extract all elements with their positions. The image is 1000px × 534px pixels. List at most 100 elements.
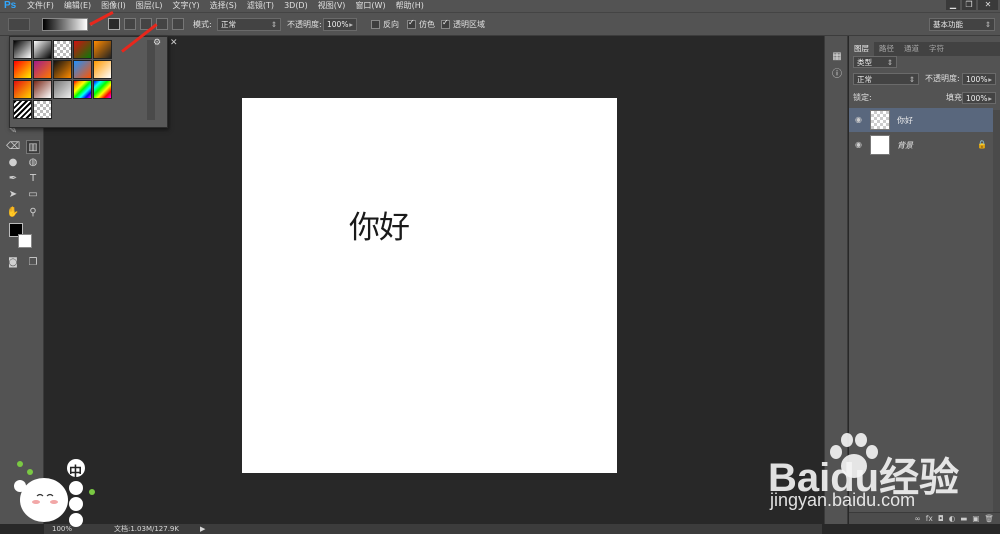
adjustment-layer-icon[interactable]: ◐ <box>949 513 956 524</box>
gear-icon[interactable]: ⚙ <box>153 38 161 48</box>
gradient-swatch[interactable] <box>33 80 52 99</box>
gradient-swatch[interactable] <box>73 60 92 79</box>
gradient-swatch[interactable] <box>13 100 32 119</box>
menu-view[interactable]: 视图(V) <box>313 0 351 12</box>
mode-select[interactable]: 正常 ⇕ <box>217 18 281 31</box>
menu-help[interactable]: 帮助(H) <box>391 0 429 12</box>
options-bar: ▾ 模式: 正常⇕ 不透明度: 100%▸ 反向 仿色 透明区域 基本功能⇕ <box>0 12 1000 36</box>
diamond-gradient-button[interactable] <box>172 18 184 30</box>
gradient-swatch[interactable] <box>13 60 32 79</box>
tab-paths[interactable]: 路径 <box>874 42 899 56</box>
menu-3d[interactable]: 3D(D) <box>279 0 313 12</box>
gradient-swatch[interactable] <box>53 80 72 99</box>
sticker-decoration <box>14 459 95 527</box>
menu-window[interactable]: 窗口(W) <box>350 0 390 12</box>
reverse-checkbox[interactable] <box>371 20 380 29</box>
quick-mask-icon[interactable]: ◙ <box>6 256 20 270</box>
workspace-select[interactable]: 基本功能 ⇕ <box>929 18 995 31</box>
layer-row-background[interactable]: ◉ 背景 🔒 <box>849 133 993 157</box>
eraser-tool-icon[interactable]: ⌫ <box>6 140 20 154</box>
layers-panel-footer: ∞ fx ◘ ◐ ▬ ▣ 🗑 <box>849 512 1000 524</box>
gradient-swatch[interactable] <box>33 100 52 119</box>
reflected-gradient-button[interactable] <box>156 18 168 30</box>
dither-checkbox[interactable] <box>407 18 416 29</box>
mode-value: 正常 <box>221 20 236 29</box>
restore-button[interactable]: ❐ <box>962 0 976 10</box>
rectangle-tool-icon[interactable]: ▭ <box>26 188 40 202</box>
baidu-watermark-url: jingyan.baidu.com <box>770 490 916 510</box>
gradient-swatch[interactable] <box>73 80 92 99</box>
layer-opacity-input[interactable]: 100% ▸ <box>962 73 996 85</box>
tool-preset-picker[interactable] <box>8 18 30 31</box>
gradient-swatch[interactable] <box>13 40 32 59</box>
menu-image[interactable]: 图像(I) <box>96 0 131 12</box>
status-bar: 100% 文档:1.03M/127.9K ▶ <box>44 524 822 534</box>
opacity-value: 100% <box>327 20 349 29</box>
fill-input[interactable]: 100% ▸ <box>962 92 996 104</box>
layer-filter-select[interactable]: 类型 ⇕ <box>853 56 897 68</box>
path-selection-tool-icon[interactable]: ➤ <box>6 188 20 202</box>
gradient-swatch[interactable] <box>93 80 112 99</box>
layer-name: 你好 <box>897 116 913 125</box>
delete-layer-icon[interactable]: 🗑 <box>984 513 994 524</box>
new-group-icon[interactable]: ▬ <box>960 513 967 524</box>
blend-mode-select[interactable]: 正常 ⇕ <box>853 73 919 85</box>
layer-row-text[interactable]: ◉ 你好 <box>849 108 993 132</box>
gradient-swatch[interactable] <box>93 40 112 59</box>
document-canvas[interactable]: 你好 <box>242 98 617 473</box>
zoom-tool-icon[interactable]: ⚲ <box>26 206 40 220</box>
new-layer-icon[interactable]: ▣ <box>972 513 979 524</box>
gradient-preview[interactable] <box>42 18 88 31</box>
gradient-tool-icon[interactable]: ▥ <box>26 140 40 154</box>
gradient-swatch[interactable] <box>73 40 92 59</box>
link-layers-icon[interactable]: ∞ <box>914 513 920 524</box>
add-mask-icon[interactable]: ◘ <box>938 513 944 524</box>
status-menu-arrow-icon[interactable]: ▶ <box>200 524 205 534</box>
menu-type[interactable]: 文字(Y) <box>167 0 204 12</box>
pen-tool-icon[interactable]: ✒ <box>6 172 20 186</box>
menu-layer[interactable]: 图层(L) <box>131 0 168 12</box>
tab-layers[interactable]: 图层 <box>849 42 874 56</box>
background-color-swatch[interactable] <box>18 234 32 248</box>
gradient-swatch[interactable] <box>33 60 52 79</box>
gradient-swatch[interactable] <box>53 60 72 79</box>
transparency-checkbox[interactable] <box>441 18 450 29</box>
gradient-swatch[interactable] <box>33 40 52 59</box>
layer-thumbnail <box>870 135 890 155</box>
lock-label: 锁定: <box>853 93 872 102</box>
info-panel-icon[interactable]: ⓘ <box>830 68 844 82</box>
minimize-button[interactable]: ▁ <box>946 0 960 10</box>
photoshop-logo: Ps <box>4 0 17 11</box>
gradient-swatch[interactable] <box>13 80 32 99</box>
close-window-button[interactable]: ✕ <box>978 0 998 10</box>
layer-opacity-value: 100% <box>966 75 988 84</box>
screen-mode-icon[interactable]: ❐ <box>26 256 40 270</box>
layer-thumbnail <box>870 110 890 130</box>
gradient-swatch[interactable] <box>93 60 112 79</box>
menu-edit[interactable]: 编辑(E) <box>59 0 96 12</box>
linear-gradient-button[interactable] <box>108 18 120 30</box>
workspace-value: 基本功能 <box>933 20 963 29</box>
opacity-input[interactable]: 100% ▸ <box>323 18 357 31</box>
type-tool-icon[interactable]: T <box>26 172 40 186</box>
popup-scrollbar[interactable] <box>147 40 155 120</box>
menu-filter[interactable]: 滤镜(T) <box>242 0 279 12</box>
tab-channels[interactable]: 通道 <box>899 42 924 56</box>
history-panel-icon[interactable]: ▦ <box>830 50 844 64</box>
layer-style-icon[interactable]: fx <box>926 513 933 524</box>
layers-scrollbar[interactable] <box>993 110 1000 520</box>
close-icon[interactable]: ✕ <box>170 38 178 48</box>
radial-gradient-button[interactable] <box>124 18 136 30</box>
document-info[interactable]: 文档:1.03M/127.9K <box>114 524 179 534</box>
menu-file[interactable]: 文件(F) <box>22 0 59 12</box>
menu-select[interactable]: 选择(S) <box>205 0 242 12</box>
opacity-label: 不透明度: <box>287 20 322 29</box>
hand-tool-icon[interactable]: ✋ <box>6 206 20 220</box>
blur-tool-icon[interactable]: ● <box>6 156 20 170</box>
canvas-text-layer[interactable]: 你好 <box>349 202 410 247</box>
tab-character[interactable]: 字符 <box>924 42 949 56</box>
eye-icon[interactable]: ◉ <box>855 140 862 149</box>
gradient-swatch[interactable] <box>53 40 72 59</box>
dodge-tool-icon[interactable]: ◍ <box>26 156 40 170</box>
eye-icon[interactable]: ◉ <box>855 115 862 124</box>
